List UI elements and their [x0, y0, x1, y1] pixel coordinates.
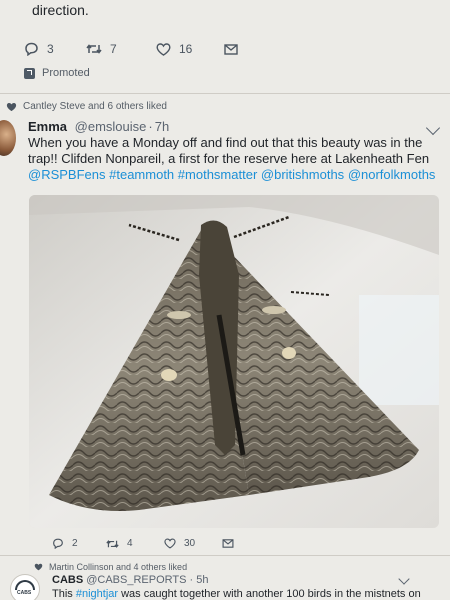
mention-britishmoths[interactable]: @britishmoths — [261, 167, 344, 182]
next-text-end: was caught together with another 100 bir… — [118, 588, 421, 600]
hashtag-teammoth[interactable]: #teammoth — [109, 167, 174, 182]
reply-count: 2 — [72, 538, 78, 549]
reply-icon — [25, 42, 38, 56]
message-button[interactable] — [224, 43, 238, 55]
twitter-timeline: direction. 3 7 16 Promoted Cantley Steve… — [0, 0, 450, 600]
chevron-down-icon[interactable] — [398, 573, 410, 585]
retweet-count: 4 — [127, 538, 133, 549]
tweet-photo[interactable] — [29, 195, 439, 528]
avatar[interactable] — [0, 120, 16, 156]
mention-norfolkmoths[interactable]: @norfolkmoths — [348, 167, 436, 182]
hashtag-nightjar[interactable]: #nightjar — [76, 588, 118, 600]
previous-tweet-text: direction. — [32, 2, 89, 18]
next-tweet-text: This #nightjar was caught together with … — [52, 588, 421, 600]
retweet-icon — [106, 539, 119, 548]
retweet-icon — [86, 44, 102, 54]
reply-icon — [53, 538, 63, 549]
cabs-avatar[interactable]: CABS — [10, 574, 40, 600]
tweet-time[interactable]: 7h — [155, 119, 169, 134]
chevron-down-icon[interactable] — [425, 120, 441, 136]
tweet-text-main: When you have a Monday off and find out … — [28, 135, 430, 166]
moth-photo — [29, 195, 439, 528]
promoted-label[interactable]: Promoted — [24, 67, 90, 79]
author-name[interactable]: Emma — [28, 119, 67, 134]
like-button[interactable]: 30 — [164, 538, 222, 549]
mention-rspbfens[interactable]: @RSPBFens — [28, 167, 106, 182]
next-author-handle[interactable]: @CABS_REPORTS — [86, 574, 186, 586]
retweet-button[interactable]: 7 — [86, 42, 156, 56]
divider — [0, 93, 450, 94]
separator-dot: · — [186, 574, 197, 586]
reply-count: 3 — [47, 42, 54, 56]
retweet-button[interactable]: 4 — [106, 538, 164, 549]
tweet-actions: 2 4 30 — [52, 538, 234, 549]
divider — [0, 555, 450, 556]
reply-button[interactable]: 3 — [24, 42, 86, 56]
liked-banner[interactable]: Cantley Steve and 6 others liked — [6, 101, 167, 112]
next-text-start: This — [52, 588, 76, 600]
separator-dot: · — [148, 119, 153, 134]
like-button[interactable]: 16 — [156, 42, 224, 56]
reply-button[interactable]: 2 — [52, 538, 106, 549]
like-count: 30 — [184, 538, 196, 549]
tweet-text: When you have a Monday off and find out … — [28, 135, 448, 183]
retweet-count: 7 — [110, 42, 117, 56]
like-icon — [164, 538, 176, 549]
message-button[interactable] — [222, 539, 234, 548]
next-author-name[interactable]: CABS — [52, 574, 83, 586]
previous-tweet-actions: 3 7 16 — [24, 42, 238, 56]
next-liked-banner[interactable]: Martin Collinson and 4 others liked — [34, 562, 187, 572]
promoted-text: Promoted — [42, 67, 90, 79]
author-handle[interactable]: @emslouise — [75, 119, 147, 134]
next-tweet-time[interactable]: 5h — [196, 574, 208, 586]
like-icon — [156, 42, 171, 56]
next-liked-banner-text: Martin Collinson and 4 others liked — [49, 562, 188, 572]
hashtag-mothsmatter[interactable]: #mothsmatter — [178, 167, 257, 182]
like-count: 16 — [179, 42, 193, 56]
next-tweet-header: CABS @CABS_REPORTS · 5h — [52, 574, 208, 586]
logo-arc — [15, 580, 35, 590]
logo-text: CABS — [17, 590, 32, 596]
heart-icon — [6, 102, 17, 111]
liked-banner-text: Cantley Steve and 6 others liked — [23, 101, 167, 112]
tweet-header: Emma @emslouise · 7h — [28, 119, 169, 134]
promoted-icon — [24, 67, 35, 79]
heart-icon — [34, 563, 43, 571]
message-icon — [222, 539, 234, 548]
message-icon — [224, 43, 238, 55]
